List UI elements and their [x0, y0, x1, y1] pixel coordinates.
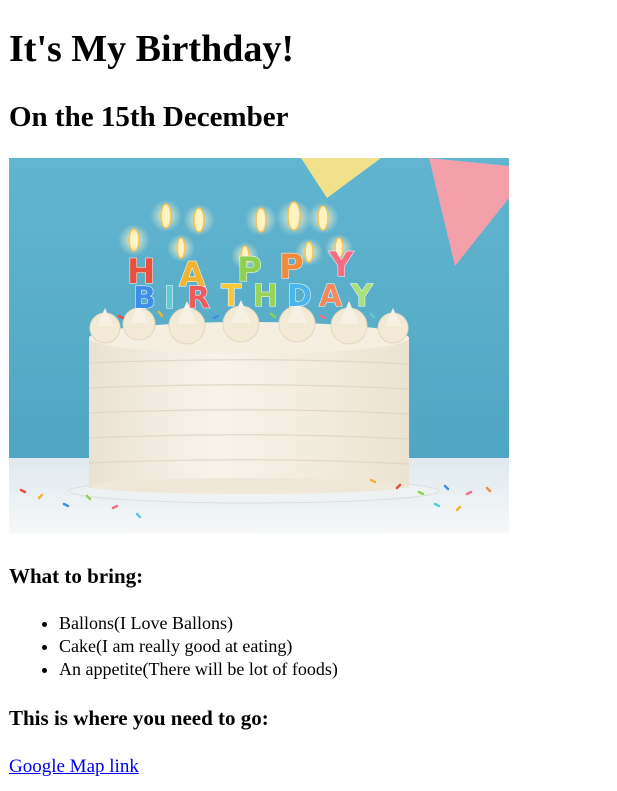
candle-letter: I [164, 281, 175, 316]
list-item: An appetite(There will be lot of foods) [59, 658, 338, 681]
directions-heading: This is where you need to go: [9, 706, 269, 730]
candle-letter: R [187, 281, 210, 316]
candle-letter: T [221, 279, 242, 314]
candle-letter: B [133, 281, 156, 316]
what-to-bring-heading: What to bring: [9, 564, 144, 588]
page: It's My Birthday! On the 15th December H… [0, 0, 617, 791]
candle-letter: Y [350, 279, 374, 314]
google-map-link[interactable]: Google Map link [9, 755, 139, 778]
birthday-cake-image: H A P P Y B I R T H D A Y [9, 158, 509, 533]
bring-list: Ballons(I Love Ballons) Cake(I am really… [9, 612, 338, 681]
list-item: Cake(I am really good at eating) [59, 635, 338, 658]
candle-letter: D [287, 279, 312, 314]
candle-letter: A [319, 279, 343, 314]
list-item: Ballons(I Love Ballons) [59, 612, 338, 635]
page-title: It's My Birthday! [9, 28, 294, 70]
candle-letter: H [253, 279, 278, 314]
page-subtitle: On the 15th December [9, 101, 289, 133]
